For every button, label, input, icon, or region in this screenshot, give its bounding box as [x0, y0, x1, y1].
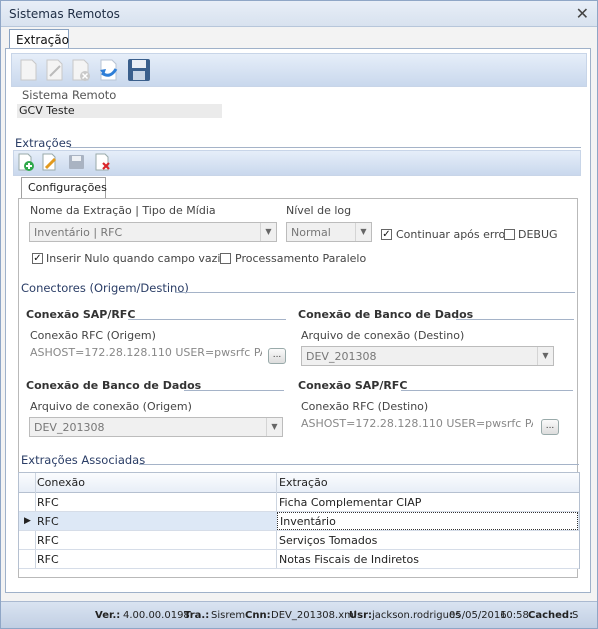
- nome-extracao-value: Inventário | RFC: [34, 226, 123, 239]
- cached-value: S: [572, 610, 579, 621]
- sap-rfc-origem-title: Conexão SAP/RFC: [26, 308, 136, 321]
- delete-icon[interactable]: [68, 58, 92, 82]
- processamento-paralelo-label: Processamento Paralelo: [235, 252, 367, 265]
- table-row[interactable]: RFC Ficha Complementar CIAP: [19, 493, 579, 512]
- divider: [69, 147, 581, 148]
- arquivo-origem-value: DEV_201308: [34, 421, 105, 434]
- processamento-paralelo-checkbox[interactable]: [220, 253, 231, 264]
- user-label: Usr:: [349, 610, 373, 621]
- conectores-title: Conectores (Origem/Destino): [21, 281, 189, 295]
- chevron-down-icon[interactable]: ▼: [260, 223, 276, 241]
- chevron-down-icon[interactable]: ▼: [355, 223, 371, 241]
- connection-value: DEV_201308.xml: [271, 610, 357, 621]
- divider: [128, 319, 286, 320]
- rfc-origem-label: Conexão RFC (Origem): [30, 329, 156, 342]
- sap-rfc-destino-title: Conexão SAP/RFC: [298, 379, 408, 392]
- conexao-cell: RFC: [37, 553, 59, 566]
- nivel-log-label: Nível de log: [286, 204, 352, 217]
- tab-extracao[interactable]: Extração: [9, 29, 69, 50]
- divider: [175, 292, 575, 293]
- conexao-cell: RFC: [37, 534, 59, 547]
- current-row-indicator-icon: ▶: [24, 516, 31, 526]
- arquivo-origem-combo[interactable]: DEV_201308 ▼: [29, 417, 283, 437]
- main-window: Sistemas Remotos ✕ Extração Sistema Remo…: [0, 0, 598, 629]
- column-header-extracao[interactable]: Extração: [279, 476, 328, 489]
- rfc-destino-label: Conexão RFC (Destino): [301, 400, 429, 413]
- time-value: 10:58: [500, 610, 529, 621]
- status-bar: Ver.: 4.00.00.0198 Tra.: Sisrem Cnn: DEV…: [1, 601, 597, 628]
- column-header-conexao[interactable]: Conexão: [37, 476, 85, 489]
- conexao-cell: RFC: [37, 515, 59, 528]
- continuar-checkbox[interactable]: ✓: [381, 229, 392, 240]
- inserir-nulo-checkbox[interactable]: ✓: [32, 253, 43, 264]
- associadas-grid: Conexão Extração RFC Ficha Complementar …: [18, 472, 580, 569]
- table-row[interactable]: RFC Serviços Tomados: [19, 531, 579, 550]
- chevron-down-icon[interactable]: ▼: [537, 347, 553, 365]
- close-icon[interactable]: ✕: [576, 4, 589, 23]
- transaction-value: Sisrem: [211, 610, 246, 621]
- extracoes-toolbar: [13, 150, 581, 176]
- divider: [139, 464, 579, 465]
- date-value: 05/05/2016: [449, 610, 507, 621]
- nivel-log-combo[interactable]: Normal ▼: [286, 222, 372, 242]
- transaction-label: Tra.:: [184, 610, 210, 621]
- debug-checkbox[interactable]: [504, 229, 515, 240]
- arquivo-destino-combo[interactable]: DEV_201308 ▼: [301, 346, 554, 366]
- rfc-destino-value: ASHOST=172.28.128.110 USER=pwsrfc PASSW: [301, 417, 533, 430]
- table-row[interactable]: RFC Notas Fiscais de Indiretos: [19, 550, 579, 569]
- inserir-nulo-label: Inserir Nulo quando campo vazio: [46, 252, 228, 265]
- cached-label: Cached:: [528, 610, 574, 621]
- title-bar: Sistemas Remotos ✕: [1, 1, 597, 27]
- banco-destino-title: Conexão de Banco de Dados: [298, 308, 474, 321]
- version-label: Ver.:: [95, 610, 121, 621]
- table-row[interactable]: ▶ RFC Inventário Inventário: [19, 512, 579, 531]
- nivel-log-value: Normal: [291, 226, 331, 239]
- delete-icon[interactable]: [94, 153, 112, 171]
- version-value: 4.00.00.0198: [123, 610, 190, 621]
- new-document-icon[interactable]: [16, 58, 40, 82]
- divider: [456, 319, 574, 320]
- grid-header: Conexão Extração: [19, 473, 579, 493]
- browse-destino-button[interactable]: ...: [541, 419, 559, 435]
- associadas-title: Extrações Associadas: [21, 453, 146, 467]
- save-icon[interactable]: [68, 153, 86, 171]
- extracao-cell-focused: Inventário: [280, 515, 336, 528]
- divider: [184, 390, 284, 391]
- extracao-cell: Ficha Complementar CIAP: [279, 496, 422, 509]
- main-toolbar: [11, 53, 587, 87]
- save-icon[interactable]: [126, 57, 150, 81]
- banco-origem-title: Conexão de Banco de Dados: [26, 379, 202, 392]
- arquivo-origem-label: Arquivo de conexão (Origem): [30, 400, 192, 413]
- edit-icon[interactable]: [42, 58, 66, 82]
- extracao-cell: Notas Fiscais de Indiretos: [279, 553, 419, 566]
- extracoes-title: Extrações: [15, 136, 72, 150]
- conexao-cell: RFC: [37, 496, 59, 509]
- rfc-origem-value: ASHOST=172.28.128.110 USER=pwsrfc PASSW: [30, 346, 262, 359]
- arquivo-destino-label: Arquivo de conexão (Destino): [301, 329, 465, 342]
- extracao-cell: Serviços Tomados: [279, 534, 378, 547]
- sistema-remoto-value: GCV Teste: [17, 104, 222, 118]
- connection-label: Cnn:: [245, 610, 271, 621]
- edit-icon[interactable]: [41, 153, 59, 171]
- chevron-down-icon[interactable]: ▼: [266, 418, 282, 436]
- browse-origem-button[interactable]: ...: [268, 348, 286, 364]
- window-title: Sistemas Remotos: [9, 7, 120, 21]
- sistema-remoto-label: Sistema Remoto: [22, 88, 117, 102]
- add-icon[interactable]: [17, 153, 35, 171]
- user-value: jackson.rodrigues: [372, 610, 461, 621]
- debug-label: DEBUG: [518, 228, 558, 241]
- continuar-label: Continuar após erro: [396, 228, 506, 241]
- nome-extracao-combo[interactable]: Inventário | RFC ▼: [29, 222, 277, 242]
- divider: [401, 390, 573, 391]
- undo-icon[interactable]: [96, 58, 120, 82]
- nome-extracao-label: Nome da Extração | Tipo de Mídia: [30, 204, 216, 217]
- arquivo-destino-value: DEV_201308: [306, 350, 377, 363]
- tab-configuracoes[interactable]: Configurações: [21, 177, 107, 198]
